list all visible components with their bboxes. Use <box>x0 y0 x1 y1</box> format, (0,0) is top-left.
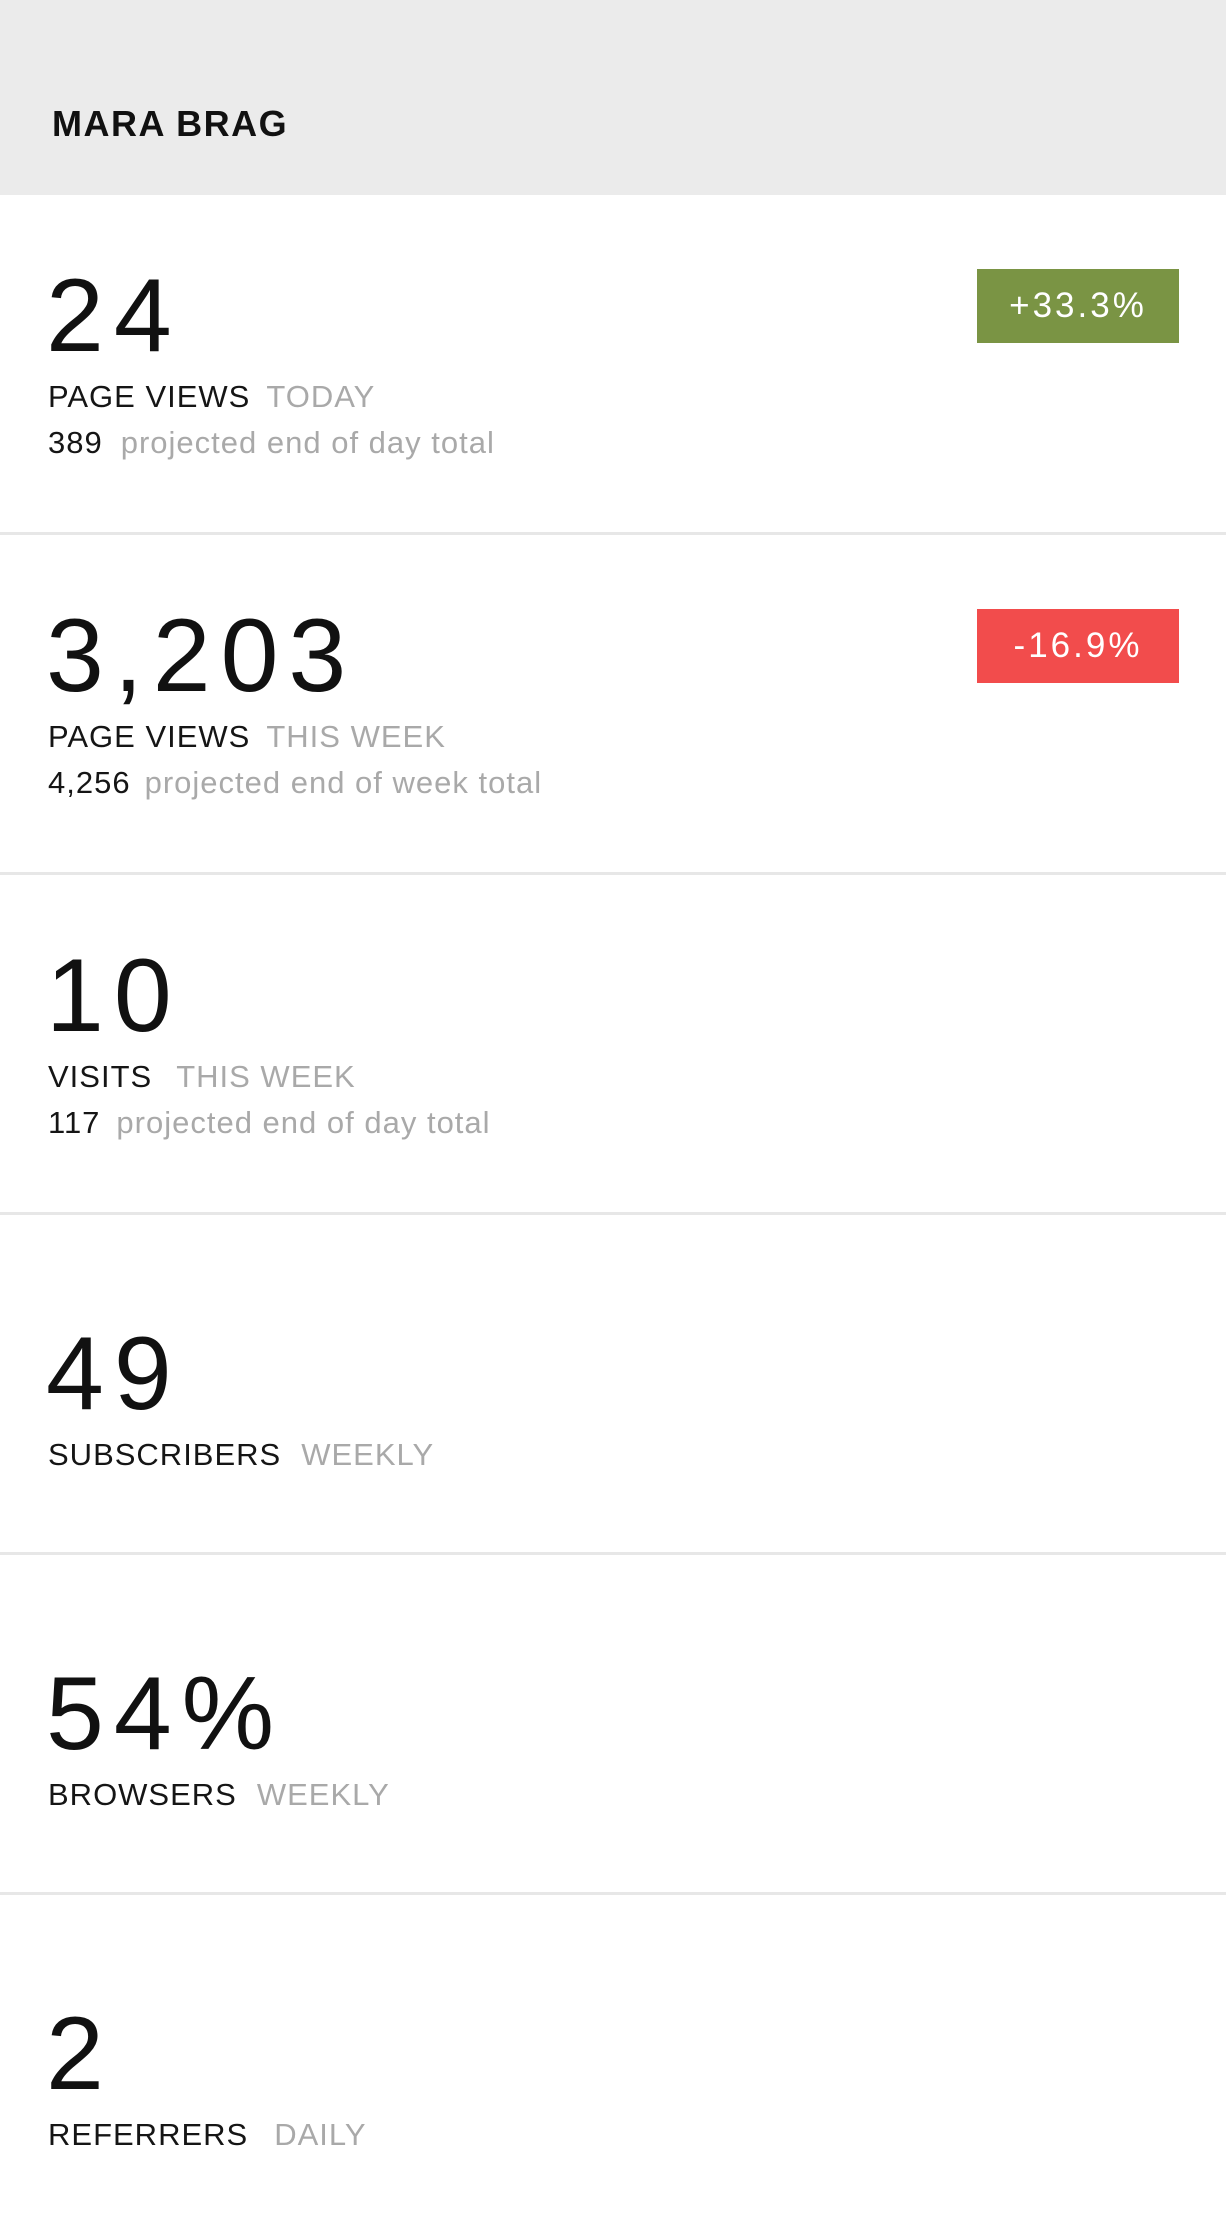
metric-projection: 117 projected end of day total <box>48 1105 491 1141</box>
metric-period: TODAY <box>266 379 376 414</box>
projection-text: projected end of day total <box>120 425 495 460</box>
site-title: MARA BRAG <box>52 103 289 144</box>
projection-text: projected end of day total <box>116 1105 491 1140</box>
metric-card-browsers[interactable]: 54% BROWSERS WEEKLY <box>0 1555 1226 1895</box>
metric-period: THIS WEEK <box>266 719 446 754</box>
metric-period: THIS WEEK <box>176 1059 356 1094</box>
metric-label: PAGE VIEWS <box>48 379 251 414</box>
metric-labels: PAGE VIEWS TODAY <box>48 379 375 415</box>
metric-value: 24 <box>46 258 182 374</box>
metric-value: 49 <box>46 1316 182 1432</box>
metric-card-page-views-week[interactable]: 3,203 -16.9% PAGE VIEWS THIS WEEK 4,256 pr… <box>0 535 1226 875</box>
change-badge: -16.9% <box>977 609 1179 683</box>
metric-value: 54% <box>46 1656 285 1772</box>
projection-value: 389 <box>48 425 103 460</box>
metric-period: DAILY <box>274 2117 367 2152</box>
app-header: MARA BRAG <box>0 0 1226 195</box>
metric-labels: VISITS THIS WEEK <box>48 1059 356 1095</box>
projection-text: projected end of week total <box>144 765 543 800</box>
metric-period: WEEKLY <box>301 1437 435 1472</box>
metric-card-subscribers[interactable]: 49 SUBSCRIBERS WEEKLY <box>0 1215 1226 1555</box>
metric-projection: 389 projected end of day total <box>48 425 495 461</box>
metric-label: BROWSERS <box>48 1777 237 1812</box>
projection-value: 117 <box>48 1105 101 1140</box>
metric-period: WEEKLY <box>256 1777 390 1812</box>
metric-projection: 4,256 projected end of week total <box>48 765 542 801</box>
metric-label: VISITS <box>48 1059 153 1094</box>
metric-value: 10 <box>46 938 182 1054</box>
metric-card-visits[interactable]: 10 VISITS THIS WEEK 117 projected end of d… <box>0 875 1226 1215</box>
metric-label: REFERRERS <box>48 2117 249 2152</box>
metric-label: PAGE VIEWS <box>48 719 251 754</box>
metric-value: 3,203 <box>46 598 357 714</box>
metric-labels: PAGE VIEWS THIS WEEK <box>48 719 446 755</box>
metric-labels: SUBSCRIBERS WEEKLY <box>48 1437 434 1473</box>
metric-card-referrers[interactable]: 2 REFERRERS DAILY <box>0 1895 1226 2215</box>
change-badge: +33.3% <box>977 269 1179 343</box>
metric-labels: REFERRERS DAILY <box>48 2117 367 2153</box>
projection-value: 4,256 <box>48 765 131 800</box>
metric-value: 2 <box>46 1996 114 2112</box>
metric-card-page-views-today[interactable]: 24 +33.3% PAGE VIEWS TODAY 389 projected e… <box>0 195 1226 535</box>
metric-label: SUBSCRIBERS <box>48 1437 282 1472</box>
metrics-list: 24 +33.3% PAGE VIEWS TODAY 389 projected e… <box>0 195 1226 2215</box>
metric-labels: BROWSERS WEEKLY <box>48 1777 390 1813</box>
